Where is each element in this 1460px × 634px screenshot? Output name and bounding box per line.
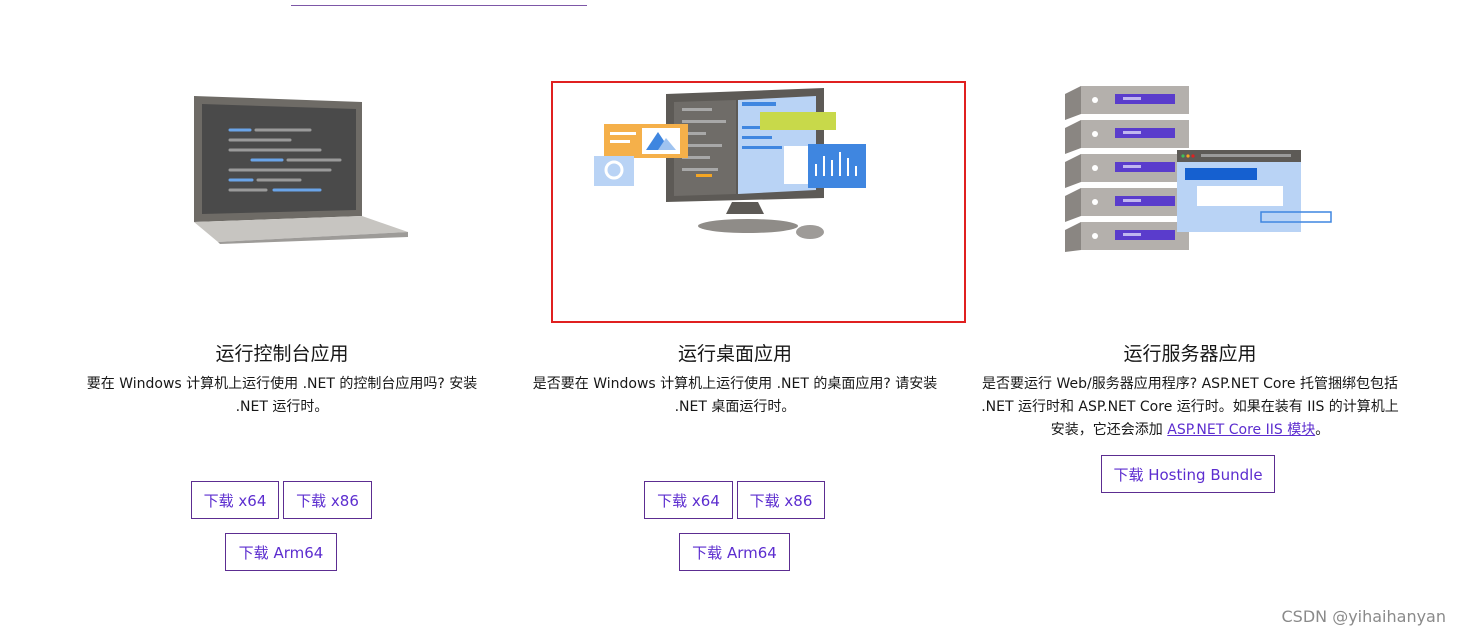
download-arm64-button[interactable]: 下载 Arm64 — [679, 533, 790, 571]
selection-highlight-box — [551, 81, 966, 323]
card-description: 是否要运行 Web/服务器应用程序? ASP.NET Core 托管捆绑包包括 … — [981, 376, 1399, 438]
card-description: 要在 Windows 计算机上运行使用 .NET 的控制台应用吗? 安装 .NE… — [86, 376, 478, 415]
server-rack-icon — [1065, 86, 1332, 252]
card-console-app: 运行控制台应用 要在 Windows 计算机上运行使用 .NET 的控制台应用吗… — [72, 0, 492, 634]
card-description: 是否要在 Windows 计算机上运行使用 .NET 的桌面应用? 请安装 .N… — [532, 376, 938, 415]
aspnet-core-iis-module-link[interactable]: ASP.NET Core IIS 模块 — [1167, 422, 1315, 438]
download-hosting-bundle-button[interactable]: 下载 Hosting Bundle — [1101, 455, 1275, 493]
card-title: 运行桌面应用 — [677, 343, 792, 365]
card-title: 运行服务器应用 — [1123, 343, 1257, 365]
download-x86-button[interactable]: 下载 x86 — [283, 481, 372, 519]
download-arm64-button[interactable]: 下载 Arm64 — [225, 533, 337, 571]
download-x64-button[interactable]: 下载 x64 — [644, 481, 733, 519]
download-x64-button[interactable]: 下载 x64 — [191, 481, 279, 519]
laptop-icon — [194, 96, 408, 244]
card-title: 运行控制台应用 — [215, 343, 349, 365]
watermark: CSDN @yihaihanyan — [1281, 607, 1446, 626]
card-server-app: 运行服务器应用 是否要运行 Web/服务器应用程序? ASP.NET Core … — [965, 0, 1415, 634]
download-x86-button[interactable]: 下载 x86 — [737, 481, 825, 519]
